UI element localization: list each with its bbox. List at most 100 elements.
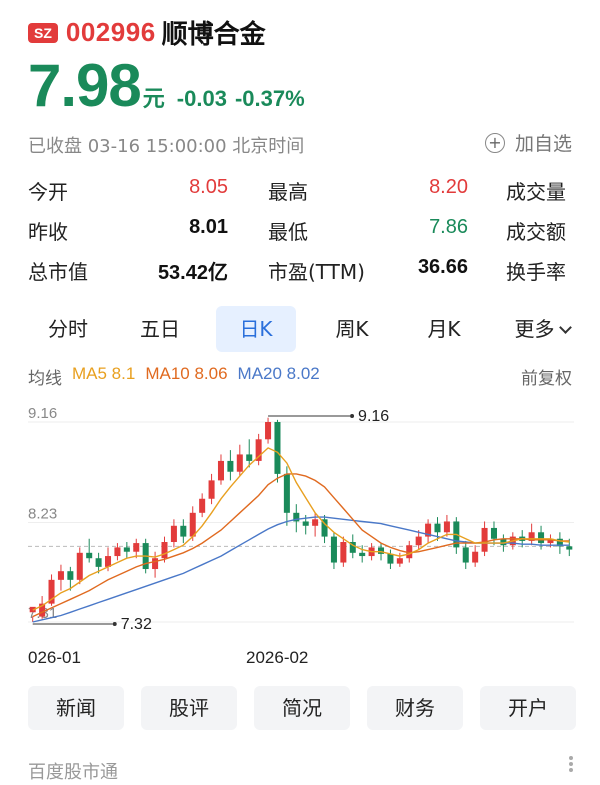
candle-body <box>217 460 224 481</box>
stock-name: 顺博合金 <box>161 20 266 50</box>
candle-body <box>481 527 488 552</box>
market-status: 已收盘 03-16 15:00:00 北京时间 <box>28 136 305 157</box>
x-axis-label: 2026-02 <box>246 648 309 667</box>
candle-body <box>434 523 441 533</box>
candle-body <box>396 558 403 564</box>
candle-body <box>170 525 177 542</box>
add-watchlist-button[interactable]: + 加自选 <box>484 129 572 156</box>
candle-body <box>265 422 272 440</box>
candle-body <box>161 542 168 559</box>
candle-body <box>67 571 74 580</box>
price-unit: 元 <box>142 87 165 112</box>
stat-label: 昨收 <box>28 220 68 244</box>
candle-body <box>180 525 187 537</box>
candle-body <box>387 553 394 564</box>
candle-body <box>246 454 253 461</box>
action-bar: 新闻 股评 简况 财务 开户 <box>28 686 576 732</box>
chart-period-tabs: 分时 五日 日K 周K 月K 更多 <box>20 306 590 352</box>
ma10-line <box>32 473 570 618</box>
open-account-button[interactable]: 开户 <box>480 686 576 730</box>
candle-body <box>462 547 469 563</box>
candle-body <box>274 422 281 474</box>
ma5-value: MA5 8.1 <box>72 364 136 383</box>
candle-body <box>236 454 243 472</box>
max-marker-dot <box>350 414 355 418</box>
stats-grid: 今开 8.05 最高 8.20 成交量 昨收 8.01 最低 7.86 成交额 … <box>28 176 588 296</box>
candle-body <box>123 547 130 552</box>
current-price: 7.98 <box>28 52 142 119</box>
moving-average-legend: 均线 MA5 8.1 MA10 8.06 MA20 8.02 <box>28 364 320 389</box>
news-button[interactable]: 新闻 <box>28 686 124 730</box>
brand-label: 百度股市通 <box>28 762 118 783</box>
candle-body <box>312 519 319 526</box>
candle-body <box>340 542 347 563</box>
candle-body <box>472 551 479 563</box>
candle-body <box>95 558 102 567</box>
candle-body <box>227 460 234 472</box>
stats-row: 今开 8.05 最高 8.20 成交量 <box>28 176 588 216</box>
price-change-pct: -0.37% <box>234 86 305 111</box>
candle-body <box>378 547 385 554</box>
candle-body <box>443 521 450 533</box>
comments-button[interactable]: 股评 <box>141 686 237 730</box>
adjust-mode-button[interactable]: 前复权 <box>521 364 572 389</box>
candle-body <box>359 552 366 557</box>
profile-button[interactable]: 简况 <box>254 686 350 730</box>
financials-button[interactable]: 财务 <box>367 686 463 730</box>
more-options-icon[interactable] <box>568 754 574 774</box>
min-marker-dot <box>112 622 117 626</box>
candle-body <box>490 527 497 539</box>
min-marker-label: 7.32 <box>121 616 152 633</box>
stat-value: 8.01 <box>189 216 228 238</box>
stat-value: 53.42亿 <box>157 262 228 284</box>
ma-label: 均线 <box>28 369 62 388</box>
stats-row: 昨收 8.01 最低 7.86 成交额 <box>28 216 588 256</box>
max-marker-label: 9.16 <box>358 408 389 425</box>
stat-label: 今开 <box>28 180 68 204</box>
chevron-down-icon <box>558 321 572 334</box>
candle-body <box>283 473 290 513</box>
stat-label: 最高 <box>268 180 308 204</box>
candle-body <box>538 532 545 544</box>
y-tick-label: 9.16 <box>28 405 57 422</box>
add-watchlist-label: 加自选 <box>514 133 572 155</box>
candle-body <box>133 543 140 552</box>
tab-more-label: 更多 <box>514 317 555 341</box>
stats-row: 总市值 53.42亿 市盈(TTM) 36.66 换手率 <box>28 256 588 296</box>
candle-body <box>415 536 422 546</box>
tab-weekly-k[interactable]: 周K <box>312 306 392 352</box>
candle-body <box>302 521 309 526</box>
y-tick-label: 8.23 <box>28 506 57 523</box>
candle-body <box>152 558 159 570</box>
ma20-value: MA20 8.02 <box>237 364 320 383</box>
candle-body <box>566 546 573 550</box>
ma10-value: MA10 8.06 <box>145 364 228 383</box>
stat-value: 7.86 <box>429 216 468 238</box>
candlestick-chart[interactable]: 9.168.237.319.167.32 <box>0 400 600 670</box>
stock-code: 002996 <box>65 17 156 47</box>
stock-header: SZ 002996 顺博合金 <box>28 14 266 51</box>
tab-more[interactable]: 更多 <box>494 306 590 352</box>
stat-value: 8.05 <box>189 176 228 198</box>
stat-label: 换手率 <box>506 260 566 284</box>
stat-value: 8.20 <box>429 176 468 198</box>
x-axis-label: 026-01 <box>28 648 81 667</box>
tab-intraday[interactable]: 分时 <box>28 306 108 352</box>
stat-label: 市盈(TTM) <box>268 260 365 284</box>
stat-value: 36.66 <box>417 256 468 278</box>
stat-label: 最低 <box>268 220 308 244</box>
tab-daily-k[interactable]: 日K <box>216 306 296 352</box>
tab-five-day[interactable]: 五日 <box>120 306 200 352</box>
candle-body <box>114 547 121 557</box>
exchange-badge: SZ <box>28 22 58 43</box>
candle-body <box>208 480 215 499</box>
ma20-line <box>32 516 570 623</box>
price-change: -0.03 <box>176 86 227 111</box>
tab-monthly-k[interactable]: 月K <box>404 306 484 352</box>
candle-body <box>330 536 337 563</box>
stat-label: 总市值 <box>28 260 88 284</box>
stat-label: 成交额 <box>506 220 566 244</box>
stat-label: 成交量 <box>506 180 566 204</box>
ma5-line <box>32 447 570 611</box>
candle-body <box>76 552 83 580</box>
